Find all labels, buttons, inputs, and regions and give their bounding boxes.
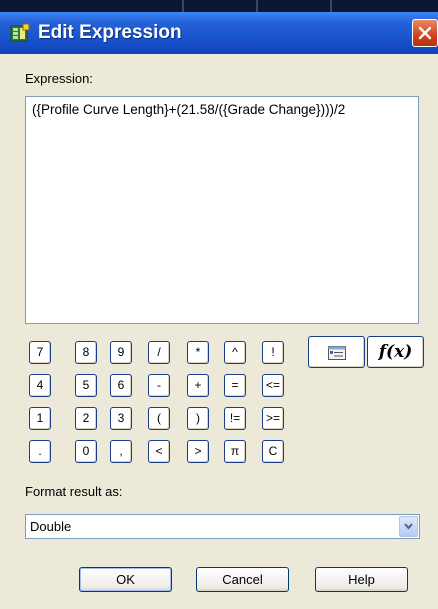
key-greater[interactable]: >: [187, 440, 209, 463]
format-select[interactable]: Double: [25, 514, 420, 539]
expression-label: Expression:: [25, 71, 93, 86]
key-9[interactable]: 9: [110, 341, 132, 364]
key-power[interactable]: ^: [224, 341, 246, 364]
key-plus[interactable]: +: [187, 374, 209, 397]
key-less[interactable]: <: [148, 440, 170, 463]
key-6[interactable]: 6: [110, 374, 132, 397]
edit-expression-dialog: Edit Expression Expression: ({Profile Cu…: [0, 0, 438, 609]
dropdown-button[interactable]: [399, 516, 418, 537]
key-5[interactable]: 5: [75, 374, 97, 397]
key-decimal[interactable]: .: [29, 440, 51, 463]
key-8[interactable]: 8: [75, 341, 97, 364]
properties-list-icon: [328, 346, 346, 360]
key-1[interactable]: 1: [29, 407, 51, 430]
key-divide[interactable]: /: [148, 341, 170, 364]
key-4[interactable]: 4: [29, 374, 51, 397]
key-0[interactable]: 0: [75, 440, 97, 463]
key-pi[interactable]: π: [224, 440, 246, 463]
key-2[interactable]: 2: [75, 407, 97, 430]
key-open-paren[interactable]: (: [148, 407, 170, 430]
close-icon: [418, 26, 432, 40]
key-less-equal[interactable]: <=: [262, 374, 284, 397]
key-factorial[interactable]: !: [262, 341, 284, 364]
key-close-paren[interactable]: ): [187, 407, 209, 430]
title-bar[interactable]: Edit Expression: [0, 12, 438, 54]
key-7[interactable]: 7: [29, 341, 51, 364]
top-strip: [0, 0, 438, 12]
format-label: Format result as:: [25, 484, 123, 499]
ok-button[interactable]: OK: [79, 567, 172, 592]
key-clear[interactable]: C: [262, 440, 284, 463]
key-equals[interactable]: =: [224, 374, 246, 397]
key-comma[interactable]: ,: [110, 440, 132, 463]
key-minus[interactable]: -: [148, 374, 170, 397]
chevron-down-icon: [404, 523, 413, 530]
key-not-equal[interactable]: !=: [224, 407, 246, 430]
expression-textarea[interactable]: ({Profile Curve Length}+(21.58/({Grade C…: [25, 96, 419, 324]
close-button[interactable]: [412, 19, 438, 47]
app-icon: [10, 23, 30, 43]
cancel-button[interactable]: Cancel: [196, 567, 289, 592]
key-multiply[interactable]: *: [187, 341, 209, 364]
properties-button[interactable]: [308, 336, 365, 368]
key-3[interactable]: 3: [110, 407, 132, 430]
function-button[interactable]: f(x): [367, 336, 424, 368]
format-selected-value: Double: [30, 519, 72, 534]
window-title: Edit Expression: [38, 22, 182, 43]
key-greater-equal[interactable]: >=: [262, 407, 284, 430]
help-button[interactable]: Help: [315, 567, 408, 592]
